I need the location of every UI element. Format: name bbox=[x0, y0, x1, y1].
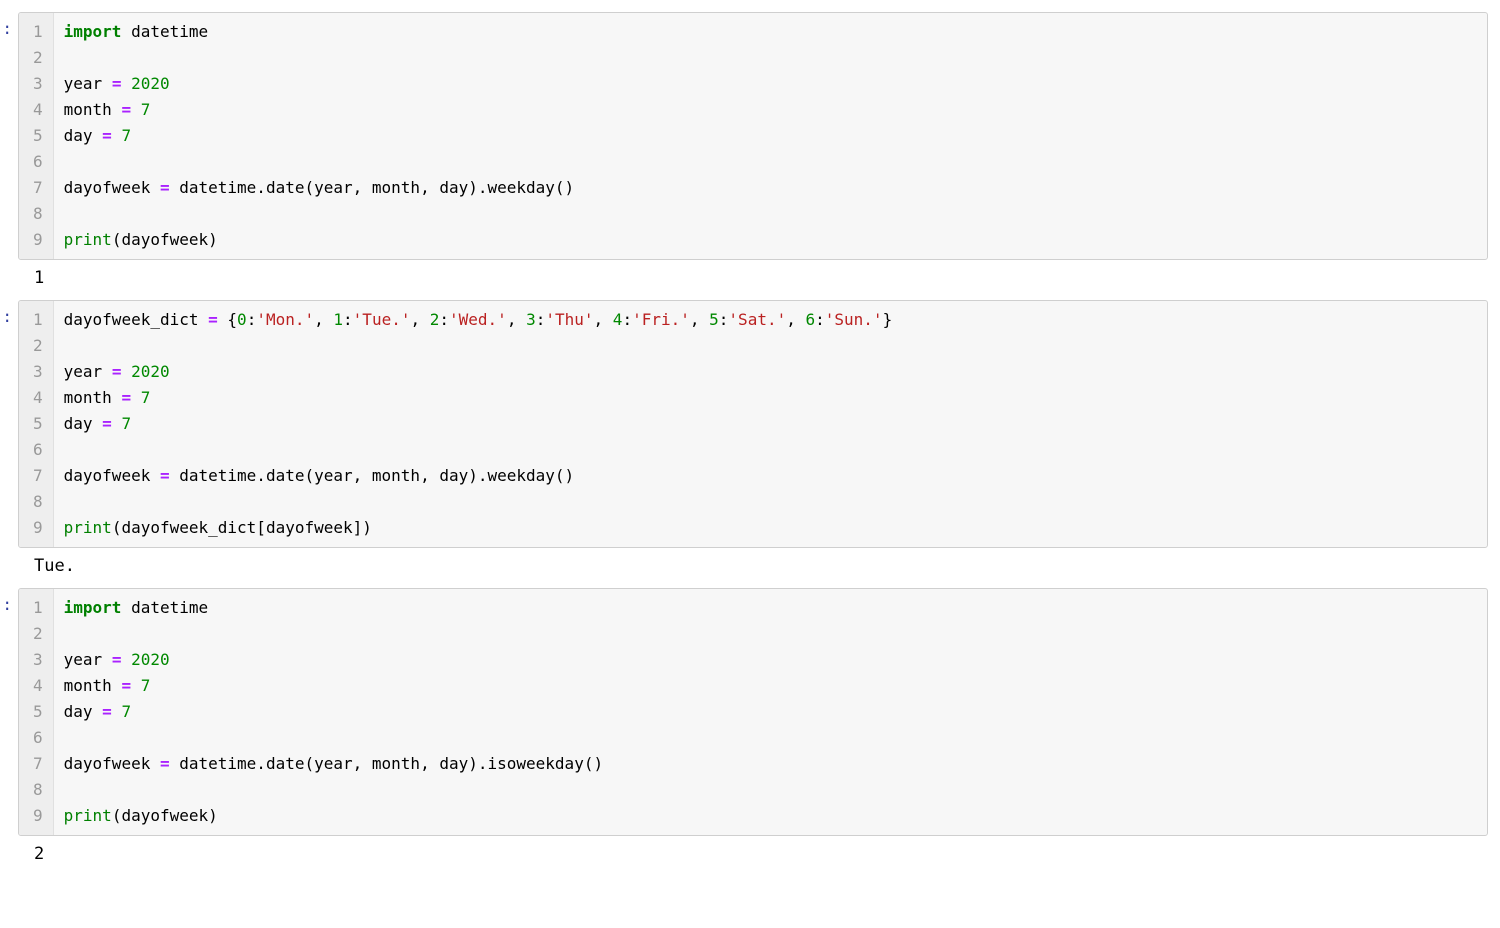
code-cell: : 123456789 dayofweek_dict = {0:'Mon.', … bbox=[0, 300, 1500, 584]
input-prompt: : bbox=[0, 300, 14, 328]
code-editor[interactable]: 123456789 dayofweek_dict = {0:'Mon.', 1:… bbox=[18, 300, 1488, 548]
input-prompt: : bbox=[0, 12, 14, 40]
cell-output: 1 bbox=[14, 260, 44, 296]
input-prompt: : bbox=[0, 588, 14, 616]
line-number-gutter: 123456789 bbox=[19, 301, 54, 547]
code-content[interactable]: dayofweek_dict = {0:'Mon.', 1:'Tue.', 2:… bbox=[54, 301, 1487, 547]
line-number-gutter: 123456789 bbox=[19, 589, 54, 835]
code-content[interactable]: import datetime year = 2020month = 7day … bbox=[54, 13, 1487, 259]
output-prompt bbox=[0, 836, 14, 842]
line-number-gutter: 123456789 bbox=[19, 13, 54, 259]
code-editor[interactable]: 123456789 import datetime year = 2020mon… bbox=[18, 588, 1488, 836]
cell-output: 2 bbox=[14, 836, 44, 872]
cell-output: Tue. bbox=[14, 548, 75, 584]
output-prompt bbox=[0, 260, 14, 266]
code-cell: : 123456789 import datetime year = 2020m… bbox=[0, 12, 1500, 296]
output-prompt bbox=[0, 548, 14, 554]
code-content[interactable]: import datetime year = 2020month = 7day … bbox=[54, 589, 1487, 835]
notebook: : 123456789 import datetime year = 2020m… bbox=[0, 0, 1500, 912]
code-cell: : 123456789 import datetime year = 2020m… bbox=[0, 588, 1500, 872]
code-editor[interactable]: 123456789 import datetime year = 2020mon… bbox=[18, 12, 1488, 260]
